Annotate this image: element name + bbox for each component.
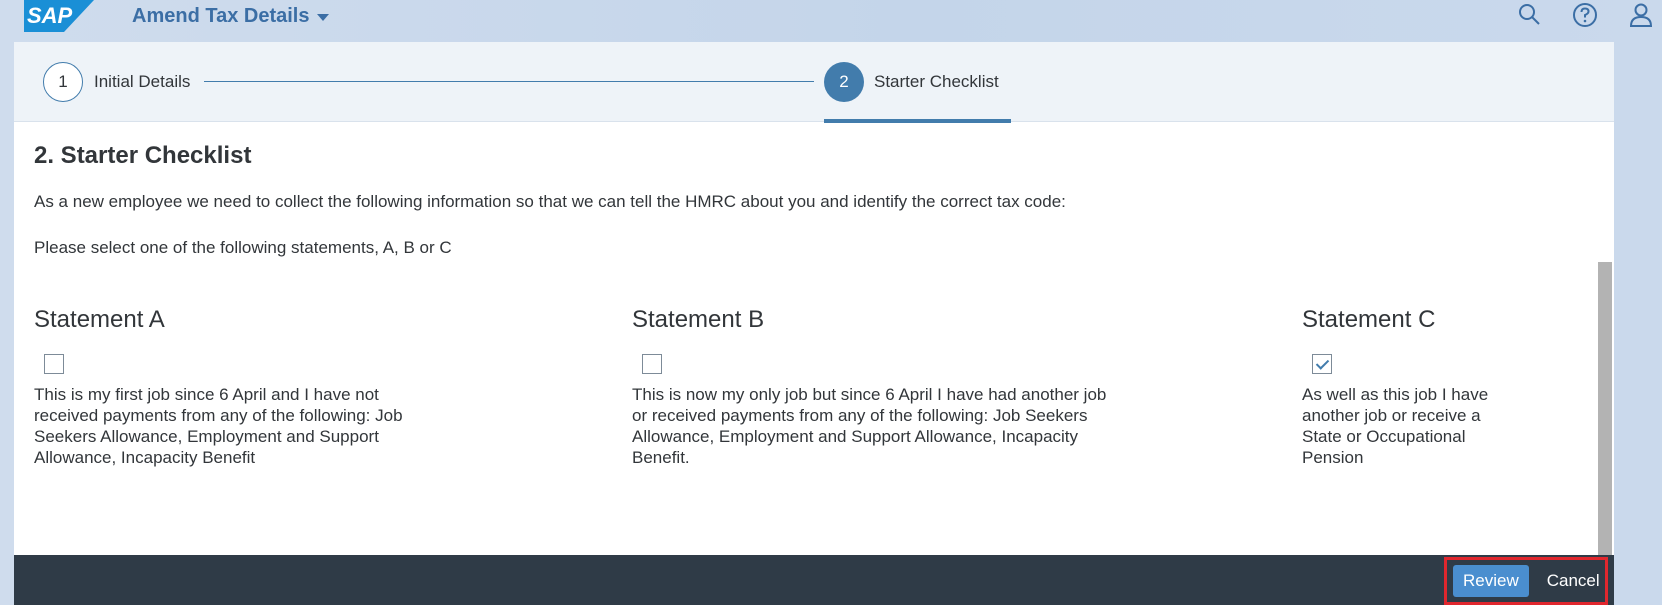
cancel-button[interactable]: Cancel [1539,565,1608,597]
statement-b-checkbox[interactable] [642,354,662,374]
footer-toolbar: Review Cancel [14,555,1614,605]
instruction-text: Please select one of the following state… [34,238,452,257]
statement-c: Statement C As well as this job I have a… [1302,306,1522,468]
step-2-number: 2 [839,72,849,91]
review-button[interactable]: Review [1453,565,1529,597]
statement-b: Statement B This is now my only job but … [632,306,1112,468]
step-1-indicator[interactable]: 1 [43,62,83,102]
step-2-label: Starter Checklist [874,72,999,91]
statement-b-heading: Statement B [632,306,765,333]
statement-a-checkbox[interactable] [44,354,64,374]
search-icon[interactable] [1516,2,1542,28]
statement-a-heading: Statement A [34,306,165,333]
statement-a-text: This is my first job since 6 April and I… [34,385,403,467]
wizard-progress-bar: 1 Initial Details 2 Starter Checklist [14,42,1614,123]
section-title: 2. Starter Checklist [34,142,252,169]
app-title: Amend Tax Details [132,4,310,27]
vertical-scrollbar[interactable] [1598,262,1612,562]
chevron-down-icon [317,13,330,21]
step-connector [204,81,814,82]
statement-c-checkbox[interactable] [1312,354,1332,374]
step-1-label: Initial Details [94,72,191,91]
step-2-indicator[interactable]: 2 [824,62,864,102]
statement-a: Statement A This is my first job since 6… [34,306,434,468]
active-step-underline [824,119,1011,123]
sap-logo[interactable]: SAP [24,0,94,32]
statement-b-text: This is now my only job but since 6 Apri… [632,385,1107,467]
user-icon[interactable] [1628,2,1654,28]
page-container: 1 Initial Details 2 Starter Checklist 2.… [14,42,1614,605]
statement-c-heading: Statement C [1302,306,1436,333]
intro-text: As a new employee we need to collect the… [34,192,1066,211]
help-icon[interactable] [1572,2,1598,28]
step-1-number: 1 [58,72,68,91]
shell-header: SAP Amend Tax Details [0,0,1662,42]
statement-c-text: As well as this job I have another job o… [1302,385,1489,467]
sap-logo-text: SAP [27,3,73,28]
app-title-menu[interactable]: Amend Tax Details [132,2,330,30]
footer-actions-highlight: Review Cancel [1444,557,1608,605]
